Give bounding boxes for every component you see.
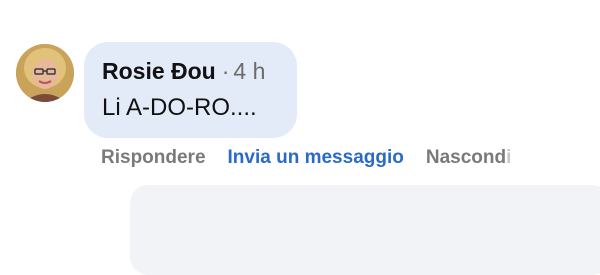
- hide-label: Nascond: [425, 147, 507, 168]
- comment-header: Rosie Đou · 4 h: [102, 57, 265, 85]
- comment-bubble[interactable]: Rosie Đou · 4 h Li A-DO-RO....: [84, 42, 297, 138]
- author-name[interactable]: Rosie Đou: [102, 58, 216, 84]
- next-comment-bubble: [130, 185, 600, 275]
- comment-actions: Rispondere Invia un messaggio Nascondi: [101, 146, 511, 170]
- hide-label-truncated: i: [506, 147, 512, 168]
- reply-button[interactable]: Rispondere: [101, 146, 206, 170]
- send-message-button[interactable]: Invia un messaggio: [228, 146, 404, 170]
- separator-dot: ·: [221, 58, 230, 84]
- hide-button[interactable]: Nascondi: [426, 146, 512, 170]
- avatar[interactable]: [16, 44, 74, 102]
- comment-timestamp[interactable]: 4 h: [233, 58, 265, 84]
- profile-photo: [16, 44, 74, 102]
- comment-text: Li A-DO-RO....: [102, 94, 257, 121]
